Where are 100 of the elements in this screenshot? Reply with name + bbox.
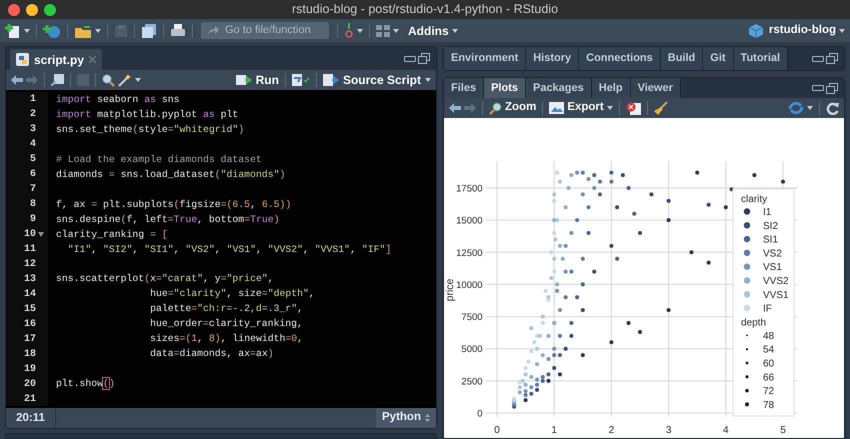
data-point bbox=[552, 366, 556, 370]
data-point bbox=[558, 334, 562, 338]
sync-icon[interactable] bbox=[788, 101, 804, 115]
tick-label: 7500 bbox=[461, 312, 483, 324]
pane-tab[interactable]: History bbox=[526, 47, 580, 70]
legend-label: VVS1 bbox=[763, 290, 789, 301]
rerun-icon[interactable] bbox=[292, 74, 310, 86]
size-legend-dot bbox=[745, 402, 749, 406]
data-point bbox=[580, 353, 585, 358]
pane-tab[interactable]: Viewer bbox=[630, 78, 681, 98]
pane-tab[interactable]: Tutorial bbox=[734, 47, 788, 70]
pane-tab[interactable]: Plots bbox=[484, 78, 526, 98]
project-menu[interactable]: rstudio-blog bbox=[768, 22, 836, 40]
refresh-icon[interactable] bbox=[826, 102, 839, 114]
data-point bbox=[666, 198, 671, 203]
minimize-button[interactable] bbox=[26, 4, 38, 16]
data-point bbox=[529, 349, 534, 354]
data-point bbox=[569, 231, 574, 235]
pane-tab[interactable]: Git bbox=[703, 47, 734, 70]
tick-label: 17500 bbox=[456, 184, 483, 194]
delete-plot-icon[interactable] bbox=[626, 102, 641, 114]
zoom-button[interactable] bbox=[44, 4, 56, 16]
maximize-pane-icon[interactable] bbox=[418, 53, 430, 64]
run-button[interactable]: Run bbox=[236, 71, 279, 89]
legend-label: 72 bbox=[763, 386, 774, 398]
legend-label: SI2 bbox=[763, 220, 778, 232]
line-number: 5 bbox=[30, 153, 36, 167]
data-point bbox=[555, 282, 560, 286]
show-in-window-icon[interactable] bbox=[51, 74, 64, 86]
data-point bbox=[649, 192, 654, 196]
size-legend-dot bbox=[745, 375, 749, 378]
image-icon bbox=[549, 102, 564, 114]
open-folder-icon[interactable] bbox=[74, 24, 92, 38]
caret-icon[interactable] bbox=[839, 28, 845, 32]
line-number: 6 bbox=[30, 168, 36, 182]
legend-label: 60 bbox=[763, 358, 774, 370]
line-number: 19 bbox=[24, 363, 36, 377]
data-point bbox=[575, 295, 580, 300]
pane-tab[interactable]: Files bbox=[444, 78, 484, 98]
broom-icon[interactable] bbox=[654, 101, 668, 115]
search-icon[interactable] bbox=[102, 74, 115, 86]
legend-label: IF bbox=[763, 304, 772, 315]
pane-tab[interactable]: Help bbox=[592, 78, 631, 98]
minimize-pane-icon[interactable] bbox=[812, 56, 824, 62]
close-button[interactable] bbox=[8, 4, 20, 16]
pane-tab[interactable]: Packages bbox=[526, 78, 592, 98]
source-script-button[interactable]: Source Script bbox=[322, 71, 431, 89]
caret-icon[interactable] bbox=[135, 78, 141, 82]
fold-arrow-icon[interactable] bbox=[38, 232, 44, 237]
caret-icon[interactable] bbox=[95, 28, 101, 32]
data-point bbox=[549, 250, 554, 254]
code-line: sizes=(1, 8), linewidth=0, bbox=[149, 332, 304, 346]
caret-icon[interactable] bbox=[357, 28, 363, 32]
caret-icon[interactable] bbox=[606, 106, 613, 110]
cube-icon[interactable] bbox=[748, 24, 763, 38]
save-all-icon[interactable] bbox=[141, 24, 157, 38]
print-icon[interactable] bbox=[170, 24, 186, 38]
caret-icon[interactable] bbox=[807, 106, 813, 110]
magic-wand-icon[interactable] bbox=[118, 74, 132, 86]
data-point bbox=[615, 256, 620, 261]
code-line: palette="ch:r=-.2,d=.3_r", bbox=[149, 302, 303, 316]
zoom-button[interactable]: Zoom bbox=[489, 99, 536, 117]
back-arrow-icon[interactable] bbox=[11, 75, 23, 85]
data-point bbox=[689, 250, 694, 254]
maximize-pane-icon[interactable] bbox=[826, 53, 838, 64]
maximize-pane-icon[interactable] bbox=[826, 82, 838, 94]
pane-tab[interactable]: Build bbox=[660, 47, 704, 70]
data-point bbox=[564, 244, 568, 248]
new-file-icon[interactable] bbox=[5, 24, 21, 38]
data-point bbox=[524, 366, 528, 370]
minimize-pane-icon[interactable] bbox=[404, 56, 416, 62]
legend-label: VS1 bbox=[763, 262, 782, 274]
data-point bbox=[552, 192, 556, 196]
git-icon[interactable] bbox=[344, 23, 354, 38]
new-project-icon[interactable] bbox=[43, 24, 61, 38]
data-point bbox=[566, 186, 570, 190]
language-selector[interactable]: Python bbox=[376, 408, 436, 428]
editor-tab[interactable]: script.py bbox=[10, 49, 102, 70]
line-number: 20 bbox=[24, 378, 36, 392]
pane-tab[interactable]: Connections bbox=[579, 47, 661, 70]
grid-icon[interactable] bbox=[376, 24, 390, 36]
data-point bbox=[546, 334, 550, 338]
caret-icon[interactable] bbox=[425, 78, 431, 82]
data-point bbox=[752, 173, 756, 178]
line-number: 21 bbox=[24, 393, 36, 407]
tab-label: script.py bbox=[34, 52, 84, 68]
legend-label: 48 bbox=[763, 330, 774, 342]
data-point bbox=[552, 256, 556, 261]
pane-tab[interactable]: Environment bbox=[444, 47, 526, 70]
caret-icon[interactable] bbox=[24, 28, 30, 32]
minimize-pane-icon[interactable] bbox=[812, 85, 824, 91]
export-button[interactable]: Export bbox=[549, 99, 613, 117]
caret-icon[interactable] bbox=[452, 28, 458, 32]
line-number: 7 bbox=[30, 183, 36, 197]
line-number: 4 bbox=[30, 138, 36, 152]
back-arrow-icon[interactable] bbox=[449, 103, 461, 113]
data-point bbox=[552, 346, 556, 351]
addins-menu[interactable]: Addins bbox=[408, 22, 449, 40]
caret-icon[interactable] bbox=[393, 28, 399, 32]
data-point bbox=[620, 173, 625, 178]
